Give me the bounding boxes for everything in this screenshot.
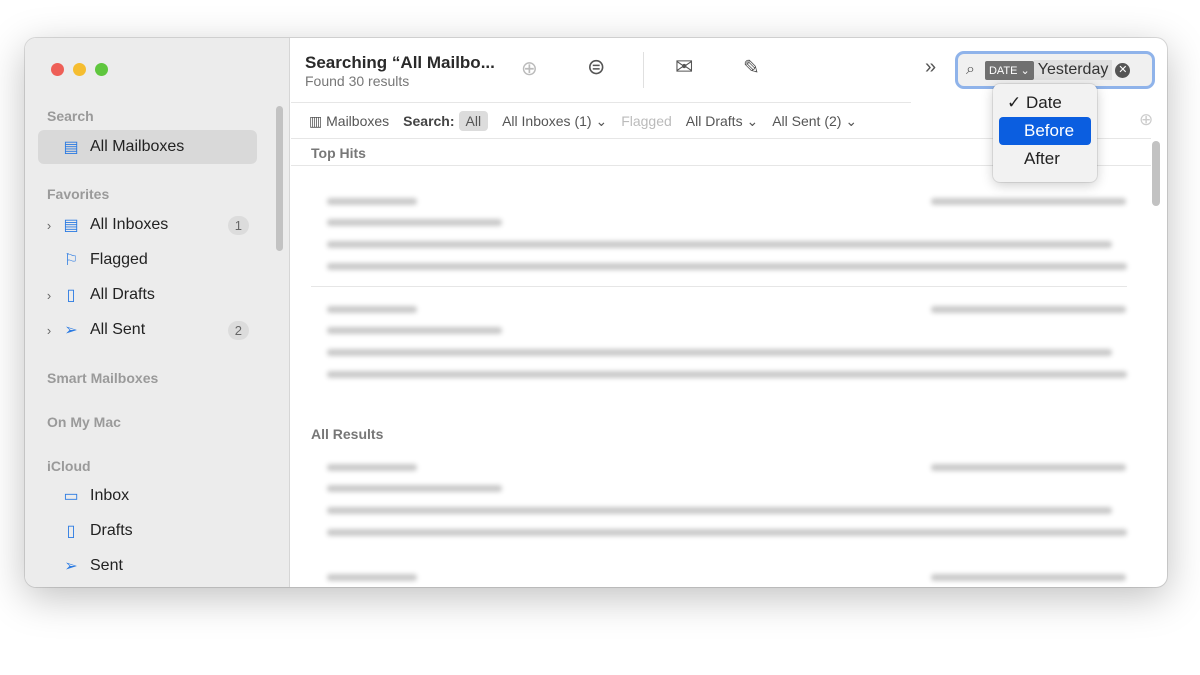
menu-item-before[interactable]: Before bbox=[999, 117, 1091, 145]
mailboxes-toggle[interactable]: ▥ Mailboxes bbox=[309, 113, 389, 130]
section-on-my-mac[interactable]: On My Mac bbox=[47, 414, 121, 430]
count-badge: 2 bbox=[227, 320, 249, 340]
sidebar-item-all-mailboxes[interactable]: ▤ All Mailboxes bbox=[38, 130, 257, 164]
label: Flagged bbox=[90, 251, 148, 268]
section-smart-mailboxes[interactable]: Smart Mailboxes bbox=[47, 370, 158, 386]
menu-item-date[interactable]: ✓ Date bbox=[999, 89, 1091, 117]
label: Drafts bbox=[90, 522, 133, 539]
chevron-right-icon[interactable]: › bbox=[38, 288, 60, 303]
minimize-button[interactable] bbox=[73, 63, 86, 76]
tray-icon: ▤ bbox=[63, 217, 79, 234]
chevron-right-icon[interactable]: › bbox=[38, 323, 60, 338]
sidebar-item-sent[interactable]: ➢ Sent bbox=[38, 549, 257, 583]
sidebar-item-flagged[interactable]: ⚐ Flagged bbox=[38, 243, 257, 277]
date-token-menu: ✓ Date Before After bbox=[993, 84, 1097, 182]
count-badge: 1 bbox=[227, 215, 249, 235]
sidebar-item-inbox[interactable]: ▭ Inbox bbox=[38, 479, 257, 513]
scope-all-drafts[interactable]: All Drafts ⌄ bbox=[686, 113, 758, 130]
results-count: Found 30 results bbox=[305, 73, 410, 89]
close-button[interactable] bbox=[51, 63, 64, 76]
sidebar-item-all-drafts[interactable]: › ▯ All Drafts bbox=[38, 278, 257, 312]
envelope-icon[interactable]: ✉ bbox=[675, 54, 693, 80]
paperplane-icon: ➢ bbox=[64, 322, 78, 339]
search-scope-bar: ▥ Mailboxes Search: All All Inboxes (1) … bbox=[309, 111, 871, 131]
section-all-results: All Results bbox=[311, 426, 384, 442]
zoom-button[interactable] bbox=[95, 63, 108, 76]
filter-icon[interactable]: ⊜ bbox=[587, 54, 605, 80]
mail-window: Search ▤ All Mailboxes Favorites › ▤ All In… bbox=[25, 38, 1167, 587]
add-scope-icon[interactable]: ⊕ bbox=[1139, 110, 1153, 130]
sidebar: Search ▤ All Mailboxes Favorites › ▤ All In… bbox=[25, 38, 290, 587]
divider bbox=[291, 102, 911, 103]
tray-icon: ▤ bbox=[63, 139, 79, 156]
scope-all[interactable]: All bbox=[458, 111, 489, 131]
flag-icon: ⚐ bbox=[63, 252, 79, 269]
document-icon: ▯ bbox=[66, 287, 76, 304]
date-token-value[interactable]: Yesterday bbox=[1033, 60, 1113, 80]
chevrons-right-icon[interactable]: » bbox=[925, 56, 936, 79]
section-search: Search bbox=[47, 108, 94, 124]
sidebar-item-all-sent[interactable]: › ➢ All Sent 2 bbox=[38, 313, 257, 347]
inbox-icon: ▭ bbox=[63, 488, 79, 505]
divider bbox=[643, 52, 644, 88]
window-controls bbox=[51, 63, 108, 76]
document-icon: ▯ bbox=[66, 523, 76, 540]
message-list: Searching “All Mailbo... Found 30 result… bbox=[291, 38, 1167, 587]
scope-flagged[interactable]: Flagged bbox=[621, 113, 672, 129]
date-token[interactable]: DATE ⌄ bbox=[984, 60, 1034, 80]
label: Sent bbox=[90, 557, 123, 574]
paperplane-icon: ➢ bbox=[64, 558, 78, 575]
add-icon[interactable]: ⊕ bbox=[521, 56, 538, 81]
clear-search-icon[interactable]: ✕ bbox=[1115, 62, 1131, 78]
search-icon: ⌕ bbox=[966, 61, 975, 78]
sidebar-item-all-inboxes[interactable]: › ▤ All Inboxes 1 bbox=[38, 208, 257, 242]
sidebar-item-drafts[interactable]: ▯ Drafts bbox=[38, 514, 257, 548]
sidebar-scrollbar[interactable] bbox=[276, 106, 283, 251]
section-icloud[interactable]: iCloud bbox=[47, 458, 91, 474]
list-scrollbar[interactable] bbox=[1152, 141, 1160, 206]
compose-icon[interactable]: ✎ bbox=[743, 55, 760, 80]
menu-item-after[interactable]: After bbox=[999, 145, 1091, 173]
section-favorites: Favorites bbox=[47, 186, 110, 202]
label: All Mailboxes bbox=[90, 138, 185, 155]
chevron-right-icon[interactable]: › bbox=[38, 218, 60, 233]
label: All Sent bbox=[90, 321, 146, 338]
page-title: Searching “All Mailbo... bbox=[305, 53, 495, 72]
search-label: Search: bbox=[403, 113, 455, 129]
scope-all-sent[interactable]: All Sent (2) ⌄ bbox=[772, 113, 857, 130]
label: Inbox bbox=[90, 487, 130, 504]
scope-all-inboxes[interactable]: All Inboxes (1) ⌄ bbox=[502, 113, 607, 130]
label: All Drafts bbox=[90, 286, 155, 303]
label: All Inboxes bbox=[90, 216, 169, 233]
